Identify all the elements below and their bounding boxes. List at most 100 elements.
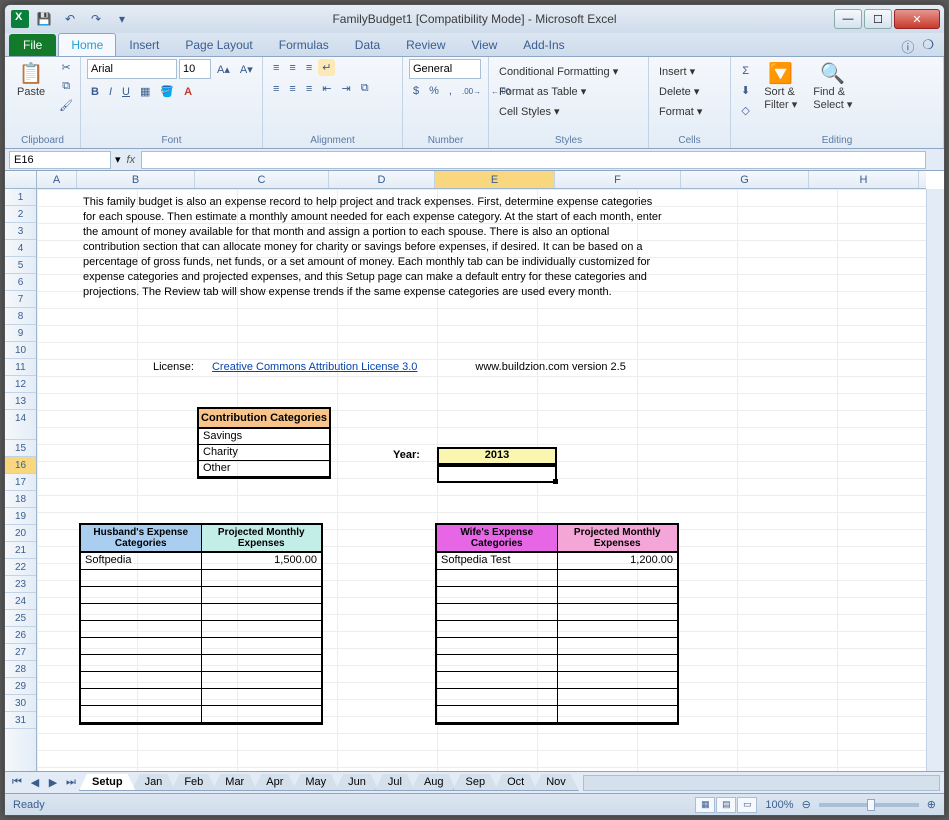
sort-filter-button[interactable]: 🔽Sort & Filter ▾: [758, 59, 803, 113]
row-header-30[interactable]: 30: [5, 695, 36, 712]
category-cell[interactable]: [81, 672, 202, 688]
category-cell[interactable]: [81, 587, 202, 603]
category-cell[interactable]: [81, 638, 202, 654]
sheet-tab-feb[interactable]: Feb: [171, 774, 216, 791]
ribbon-tab-insert[interactable]: Insert: [116, 33, 172, 56]
delete-cells-button[interactable]: Delete ▾: [655, 83, 703, 100]
amount-cell[interactable]: [558, 706, 678, 722]
close-button[interactable]: ✕: [894, 9, 940, 29]
sheet-tab-nov[interactable]: Nov: [533, 774, 579, 791]
sheet-tab-jul[interactable]: Jul: [375, 774, 415, 791]
year-value-cell[interactable]: 2013: [437, 447, 557, 465]
sheet-nav-prev-icon[interactable]: ◀: [27, 776, 43, 789]
amount-cell[interactable]: [202, 706, 322, 722]
table-row[interactable]: [437, 587, 677, 604]
row-header-18[interactable]: 18: [5, 491, 36, 508]
merge-button[interactable]: ⧉: [357, 80, 373, 97]
category-cell[interactable]: [81, 621, 202, 637]
category-cell[interactable]: [437, 638, 558, 654]
find-select-button[interactable]: 🔍Find & Select ▾: [807, 59, 858, 113]
zoom-slider[interactable]: [819, 803, 919, 807]
amount-cell[interactable]: [202, 604, 322, 620]
ribbon-tab-view[interactable]: View: [459, 33, 511, 56]
amount-cell[interactable]: [558, 638, 678, 654]
ribbon-tab-review[interactable]: Review: [393, 33, 458, 56]
row-header-8[interactable]: 8: [5, 308, 36, 325]
cut-button[interactable]: ✂: [55, 59, 77, 76]
font-name-select[interactable]: [87, 59, 177, 79]
category-cell[interactable]: [81, 570, 202, 586]
category-cell[interactable]: [437, 587, 558, 603]
clear-button[interactable]: ◇: [737, 102, 754, 119]
table-row[interactable]: [437, 621, 677, 638]
copy-button[interactable]: ⧉: [55, 78, 77, 95]
align-top-button[interactable]: ≡: [269, 60, 283, 76]
active-cell-e16[interactable]: [437, 465, 557, 483]
amount-cell[interactable]: 1,500.00: [202, 553, 322, 569]
sheet-tab-setup[interactable]: Setup: [79, 774, 136, 791]
col-header-B[interactable]: B: [77, 171, 195, 188]
contribution-row[interactable]: Savings: [199, 429, 329, 445]
horizontal-scrollbar[interactable]: [583, 775, 940, 791]
zoom-slider-thumb[interactable]: [867, 799, 875, 811]
table-row[interactable]: Softpedia1,500.00: [81, 553, 321, 570]
row-header-21[interactable]: 21: [5, 542, 36, 559]
ribbon-tab-data[interactable]: Data: [342, 33, 393, 56]
table-row[interactable]: [81, 706, 321, 723]
row-header-1[interactable]: 1: [5, 189, 36, 206]
grid[interactable]: This family budget is also an expense re…: [37, 189, 926, 771]
undo-button[interactable]: ↶: [59, 8, 81, 30]
category-cell[interactable]: [81, 655, 202, 671]
category-cell[interactable]: [437, 689, 558, 705]
table-row[interactable]: [437, 689, 677, 706]
save-button[interactable]: 💾: [33, 8, 55, 30]
cell-styles-button[interactable]: Cell Styles ▾: [495, 103, 564, 120]
italic-button[interactable]: I: [105, 84, 116, 100]
row-header-3[interactable]: 3: [5, 223, 36, 240]
sheet-nav-first-icon[interactable]: ⏮: [9, 776, 25, 789]
col-header-E[interactable]: E: [435, 171, 555, 188]
row-header-20[interactable]: 20: [5, 525, 36, 542]
align-bottom-button[interactable]: ≡: [302, 60, 316, 76]
number-format-select[interactable]: [409, 59, 481, 79]
row-header-12[interactable]: 12: [5, 376, 36, 393]
wrap-text-button[interactable]: ↵: [318, 59, 335, 76]
category-cell[interactable]: Softpedia: [81, 553, 202, 569]
underline-button[interactable]: U: [118, 84, 134, 100]
sheet-tab-jun[interactable]: Jun: [335, 774, 379, 791]
amount-cell[interactable]: [558, 621, 678, 637]
ribbon-tab-home[interactable]: Home: [58, 33, 116, 56]
row-header-19[interactable]: 19: [5, 508, 36, 525]
amount-cell[interactable]: [202, 638, 322, 654]
maximize-button[interactable]: ☐: [864, 9, 892, 29]
license-link[interactable]: Creative Commons Attribution License 3.0: [212, 361, 417, 373]
table-row[interactable]: [81, 655, 321, 672]
table-row[interactable]: [81, 587, 321, 604]
row-header-24[interactable]: 24: [5, 593, 36, 610]
bold-button[interactable]: B: [87, 84, 103, 100]
row-header-7[interactable]: 7: [5, 291, 36, 308]
sheet-tab-apr[interactable]: Apr: [253, 774, 296, 791]
amount-cell[interactable]: [558, 655, 678, 671]
table-row[interactable]: [81, 621, 321, 638]
table-row[interactable]: [81, 604, 321, 621]
contribution-row[interactable]: Other: [199, 461, 329, 477]
paste-button[interactable]: 📋Paste: [11, 59, 51, 100]
col-header-A[interactable]: A: [37, 171, 77, 188]
row-header-28[interactable]: 28: [5, 661, 36, 678]
page-layout-view-button[interactable]: ▤: [716, 797, 736, 813]
formula-bar[interactable]: [141, 151, 926, 169]
amount-cell[interactable]: [202, 689, 322, 705]
comma-button[interactable]: ,: [445, 83, 456, 99]
col-header-F[interactable]: F: [555, 171, 681, 188]
row-header-10[interactable]: 10: [5, 342, 36, 359]
zoom-level[interactable]: 100%: [765, 799, 793, 811]
row-header-27[interactable]: 27: [5, 644, 36, 661]
align-right-button[interactable]: ≡: [302, 81, 316, 97]
qat-dropdown[interactable]: ▾: [111, 8, 133, 30]
row-header-17[interactable]: 17: [5, 474, 36, 491]
category-cell[interactable]: [81, 706, 202, 722]
table-row[interactable]: [437, 570, 677, 587]
sheet-tab-may[interactable]: May: [292, 774, 339, 791]
category-cell[interactable]: [81, 689, 202, 705]
